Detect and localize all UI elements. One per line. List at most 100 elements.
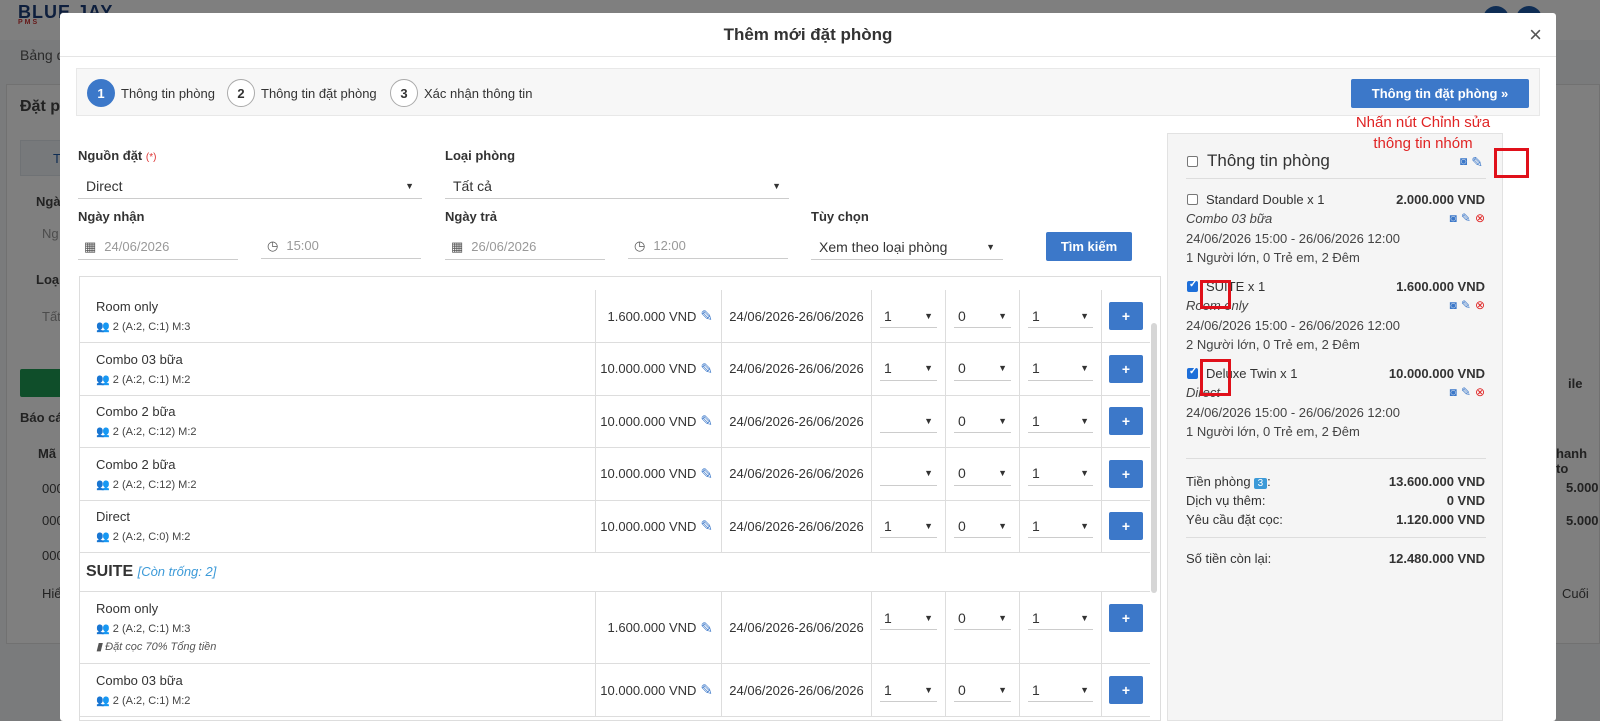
panel-room-actions: ◙ ✎ ⊗	[1450, 298, 1485, 312]
children-select[interactable]: 0 ▼	[954, 514, 1011, 538]
occupancy-info: 👥 2 (A:2, C:1) M:3	[96, 623, 191, 635]
add-cell: +	[1102, 592, 1150, 663]
rate-price: 10.000.000 VND	[600, 466, 697, 481]
adults-cell: 1 ▼	[1020, 447, 1102, 500]
price-cell: 10.000.000 VND ✎	[596, 395, 722, 447]
checkout-date-input[interactable]: ▦ 26/06/2026	[445, 234, 605, 260]
table-scrollbar[interactable]	[1151, 323, 1157, 593]
adults-select[interactable]: 1 ▼	[1028, 409, 1093, 433]
rooms-select[interactable]: 1 ▼	[880, 606, 937, 630]
chevron-down-icon: ▼	[1080, 612, 1089, 623]
price-cell: 10.000.000 VND ✎	[596, 342, 722, 395]
adults-select[interactable]: 1 ▼	[1028, 606, 1093, 630]
rate-price: 1.600.000 VND	[607, 308, 697, 324]
delete-icon[interactable]: ⊗	[1475, 211, 1485, 225]
price-cell: 1.600.000 VND ✎	[596, 592, 722, 663]
step-room-info[interactable]: 1 Thông tin phòng	[87, 79, 215, 107]
edit-price-icon[interactable]: ✎	[700, 360, 713, 378]
date-range-cell: 24/06/2026-26/06/2026	[722, 290, 872, 342]
room-type-select[interactable]: Tất cả ▼	[445, 173, 789, 199]
room-checkbox[interactable]	[1187, 194, 1198, 205]
children-select[interactable]: 0 ▼	[954, 462, 1011, 486]
adults-select[interactable]: 1 ▼	[1028, 357, 1093, 381]
edit-price-icon[interactable]: ✎	[700, 307, 713, 325]
edit-price-icon[interactable]: ✎	[700, 465, 713, 483]
panel-room-dates: 24/06/2026 15:00 - 26/06/2026 12:00	[1186, 318, 1400, 333]
add-room-button[interactable]: +	[1109, 604, 1143, 632]
adults-select[interactable]: 1 ▼	[1028, 462, 1093, 486]
price-cell: 10.000.000 VND ✎	[596, 664, 722, 716]
adults-select[interactable]: 1 ▼	[1028, 678, 1093, 702]
date-range-cell: 24/06/2026-26/06/2026	[722, 342, 872, 395]
view-icon[interactable]: ◙	[1460, 154, 1467, 171]
checkin-time-input[interactable]: ◷ 15:00	[261, 233, 421, 259]
add-room-button[interactable]: +	[1109, 676, 1143, 704]
option-label: Tùy chọn	[811, 209, 869, 224]
edit-price-icon[interactable]: ✎	[700, 412, 713, 430]
delete-icon[interactable]: ⊗	[1475, 385, 1485, 399]
add-cell: +	[1102, 500, 1150, 552]
rooms-select[interactable]: ▼	[880, 462, 937, 486]
chevron-down-icon: ▼	[924, 363, 933, 373]
table-row: Combo 2 bữa 👥 2 (A:2, C:12) M:2 10.000.0…	[80, 447, 1150, 501]
view-icon[interactable]: ◙	[1450, 298, 1457, 312]
room-total-value: 13.600.000 VND	[1388, 474, 1485, 489]
rooms-select[interactable]: 1 ▼	[880, 357, 937, 381]
panel-room-name: Standard Double x 1	[1206, 192, 1325, 207]
option-select[interactable]: Xem theo loại phòng ▼	[811, 234, 1003, 260]
edit-icon[interactable]: ✎	[1461, 211, 1471, 225]
add-room-button[interactable]: +	[1109, 459, 1143, 488]
edit-price-icon[interactable]: ✎	[700, 619, 713, 637]
edit-group-icon[interactable]: ✎	[1471, 154, 1483, 171]
deposit-value: 1.120.000 VND	[1396, 512, 1485, 527]
bookmark-icon: ▮	[96, 641, 103, 653]
add-room-button[interactable]: +	[1109, 354, 1143, 383]
adults-select[interactable]: 1 ▼	[1028, 514, 1093, 538]
edit-icon[interactable]: ✎	[1461, 298, 1471, 312]
step-number: 3	[390, 79, 418, 107]
rooms-select[interactable]: ▼	[880, 409, 937, 433]
add-cell: +	[1102, 448, 1150, 500]
step-confirm[interactable]: 3 Xác nhận thông tin	[390, 79, 532, 107]
next-step-button[interactable]: Thông tin đặt phòng »	[1351, 79, 1529, 108]
panel-room-actions: ◙ ✎ ⊗	[1450, 385, 1485, 399]
step-booking-info[interactable]: 2 Thông tin đặt phòng	[227, 79, 377, 107]
adults-select[interactable]: 1 ▼	[1028, 304, 1093, 328]
rate-name-cell: Combo 03 bữa 👥 2 (A:2, C:1) M:2	[80, 664, 596, 716]
room-checkbox[interactable]	[1187, 366, 1198, 379]
chevron-down-icon: ▼	[924, 415, 933, 426]
children-select[interactable]: 0 ▼	[954, 409, 1011, 433]
close-icon[interactable]: ×	[1529, 22, 1542, 48]
rooms-cell: 1 ▼	[872, 290, 946, 342]
occupancy-info: 👥 2 (A:2, C:0) M:2	[96, 531, 191, 543]
view-icon[interactable]: ◙	[1450, 211, 1457, 225]
children-select[interactable]: 0 ▼	[954, 304, 1011, 328]
checkout-time-input[interactable]: ◷ 12:00	[628, 233, 788, 259]
edit-price-icon[interactable]: ✎	[700, 681, 713, 699]
calendar-icon: ▦	[84, 238, 97, 254]
children-cell: 0 ▼	[946, 290, 1020, 342]
view-icon[interactable]: ◙	[1450, 385, 1457, 399]
source-select[interactable]: Direct ▼	[78, 173, 422, 199]
search-button[interactable]: Tìm kiếm	[1046, 232, 1132, 261]
children-select[interactable]: 0 ▼	[954, 678, 1011, 702]
select-all-checkbox[interactable]	[1187, 156, 1198, 167]
children-select[interactable]: 0 ▼	[954, 606, 1011, 630]
edit-price-icon[interactable]: ✎	[700, 517, 713, 535]
children-select[interactable]: 0 ▼	[954, 357, 1011, 381]
add-room-button[interactable]: +	[1109, 302, 1143, 330]
checkin-date-input[interactable]: ▦ 24/06/2026	[78, 234, 238, 260]
add-room-button[interactable]: +	[1109, 407, 1143, 435]
rooms-cell: 1 ▼	[872, 664, 946, 716]
delete-icon[interactable]: ⊗	[1475, 298, 1485, 312]
step-indicator: 1 Thông tin phòng 2 Thông tin đặt phòng …	[76, 68, 1540, 116]
room-checkbox[interactable]	[1187, 279, 1198, 292]
rooms-select[interactable]: 1 ▼	[880, 514, 937, 538]
edit-icon[interactable]: ✎	[1461, 385, 1471, 399]
add-room-button[interactable]: +	[1109, 512, 1143, 540]
rooms-select[interactable]: 1 ▼	[880, 678, 937, 702]
checkin-label: Ngày nhận	[78, 209, 145, 224]
date-range-cell: 24/06/2026-26/06/2026	[722, 500, 872, 552]
date-range-cell: 24/06/2026-26/06/2026	[722, 395, 872, 447]
rooms-select[interactable]: 1 ▼	[880, 304, 937, 328]
